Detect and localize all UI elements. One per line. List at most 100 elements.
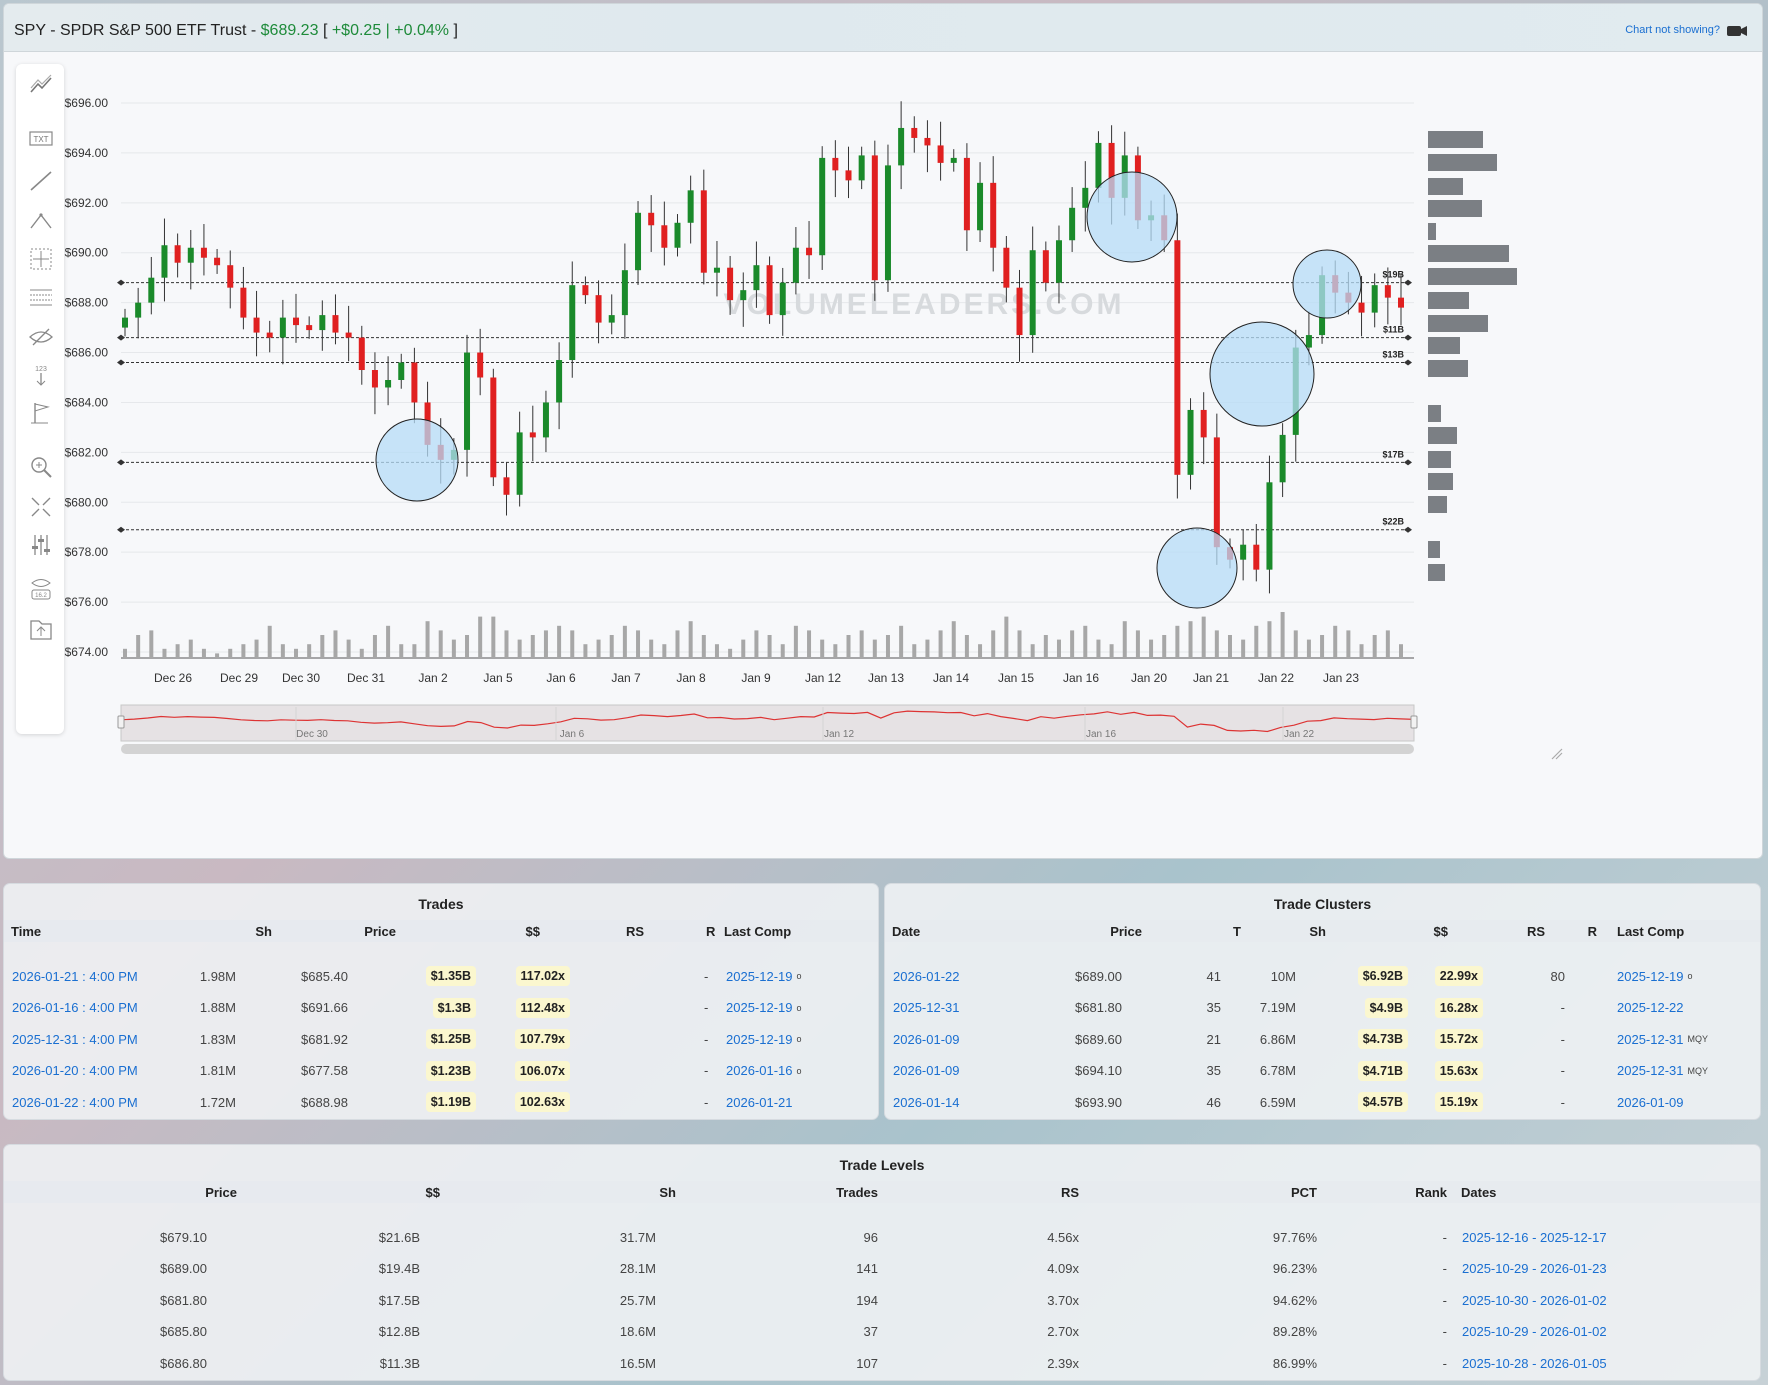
navigator-handle-left[interactable] (117, 715, 125, 729)
candle-down[interactable] (924, 137, 931, 146)
candle-up[interactable] (1187, 409, 1194, 475)
table-row[interactable]: $679.10 $21.6B 31.7M 96 4.56x 97.76% -2025-12-… (4, 1220, 1760, 1254)
candle-down[interactable] (1200, 409, 1207, 438)
cluster-date-value[interactable]: 2026-01-09 (893, 1032, 960, 1047)
candle-up[interactable] (1240, 544, 1247, 560)
table-row[interactable]: 2026-01-21 : 4:00 PM 1.98M $685.40 $1.35B 11… (4, 959, 878, 993)
col-sh[interactable]: Sh (172, 920, 272, 942)
candle-up[interactable] (977, 182, 984, 231)
candle-up[interactable] (884, 165, 891, 281)
candle-up[interactable] (279, 317, 286, 338)
col-sh[interactable]: Sh (576, 1181, 676, 1203)
trade-time-value[interactable]: 2026-01-21 : 4:00 PM (12, 969, 138, 984)
cluster-last-comp-value[interactable]: 2025-12-31 (1617, 1063, 1684, 1078)
col-pct[interactable]: PCT (1217, 1181, 1317, 1203)
cluster-date[interactable]: 2025-12-31 (893, 991, 1003, 1025)
candle-down[interactable] (648, 212, 655, 226)
col-date[interactable]: Date (892, 920, 972, 942)
trade-last-comp[interactable]: 2025-12-19 o (726, 1022, 866, 1056)
candle-up[interactable] (1029, 250, 1036, 336)
cluster-date-value[interactable]: 2026-01-14 (893, 1095, 960, 1110)
cluster-last-comp-value[interactable]: 2025-12-22 (1617, 1000, 1684, 1015)
candle-up[interactable] (1069, 207, 1076, 241)
chart-not-showing-link[interactable]: Chart not showing? (1625, 24, 1720, 36)
candle-down[interactable] (1042, 250, 1049, 283)
cluster-date-value[interactable]: 2025-12-31 (893, 1000, 960, 1015)
navigator-scrollbar[interactable] (121, 744, 1414, 754)
candle-up[interactable] (753, 265, 760, 291)
table-row[interactable]: 2026-01-09 $689.60 21 6.86M $4.73B 15.72x - 202… (885, 1022, 1760, 1056)
table-row[interactable]: 2026-01-22 $689.00 41 10M $6.92B 22.99x 80 2025… (885, 959, 1760, 993)
candle-down[interactable] (1003, 247, 1010, 288)
col-dollars[interactable]: $$ (340, 1181, 440, 1203)
level-dates-value[interactable]: 2025-12-16 - 2025-12-17 (1462, 1230, 1607, 1245)
candle-up[interactable] (161, 245, 168, 278)
candle-down[interactable] (503, 477, 510, 495)
navigator-handle-right[interactable] (1410, 715, 1418, 729)
table-row[interactable]: $685.80 $12.8B 18.6M 37 2.70x 89.28% -2025-10-… (4, 1315, 1760, 1349)
cluster-last-comp[interactable]: 2025-12-19 o (1617, 959, 1757, 993)
candle-down[interactable] (871, 155, 878, 281)
candle-up[interactable] (858, 155, 865, 181)
candle-up[interactable] (1082, 187, 1089, 208)
trade-last-comp-value[interactable]: 2025-12-19 (726, 1000, 793, 1015)
trade-bubble[interactable] (1292, 249, 1362, 319)
trade-time[interactable]: 2026-01-20 : 4:00 PM (12, 1054, 172, 1088)
trade-last-comp-value[interactable]: 2025-12-19 (726, 969, 793, 984)
candle-up[interactable] (385, 379, 392, 388)
col-price[interactable]: Price (137, 1181, 237, 1203)
col-rank[interactable]: Rank (1347, 1181, 1447, 1203)
candle-down[interactable] (990, 182, 997, 248)
candle-up[interactable] (148, 277, 155, 303)
candle-down[interactable] (582, 285, 589, 296)
level-dates-value[interactable]: 2025-10-30 - 2026-01-02 (1462, 1293, 1607, 1308)
col-dollars[interactable]: $$ (1348, 920, 1448, 942)
candle-down[interactable] (345, 332, 352, 338)
candle-down[interactable] (700, 190, 707, 273)
trade-time[interactable]: 2026-01-16 : 4:00 PM (12, 991, 172, 1025)
candle-up[interactable] (122, 317, 128, 328)
table-row[interactable]: 2026-01-09 $694.10 35 6.78M $4.71B 15.63x - 202… (885, 1054, 1760, 1088)
level-dates[interactable]: 2025-10-29 - 2026-01-23 (1462, 1252, 1662, 1286)
candle-down[interactable] (766, 265, 773, 316)
level-dates[interactable]: 2025-10-30 - 2026-01-02 (1462, 1283, 1662, 1317)
candle-down[interactable] (1358, 302, 1365, 313)
cluster-last-comp[interactable]: 2026-01-09 (1617, 1085, 1757, 1119)
candle-down[interactable] (306, 325, 313, 331)
col-rs[interactable]: RS (979, 1181, 1079, 1203)
candle-down[interactable] (293, 317, 300, 326)
col-dates[interactable]: Dates (1461, 1181, 1611, 1203)
candle-up[interactable] (187, 247, 194, 263)
cluster-last-comp-value[interactable]: 2026-01-09 (1617, 1095, 1684, 1110)
candle-up[interactable] (556, 360, 563, 403)
candle-down[interactable] (1016, 287, 1023, 336)
cluster-last-comp[interactable]: 2025-12-31 MQY (1617, 1054, 1757, 1088)
col-last-comp[interactable]: Last Comp (724, 920, 824, 942)
trade-last-comp-value[interactable]: 2026-01-16 (726, 1063, 793, 1078)
level-dates-value[interactable]: 2025-10-29 - 2026-01-23 (1462, 1261, 1607, 1276)
trade-bubble[interactable] (1209, 321, 1315, 427)
trade-time[interactable]: 2026-01-21 : 4:00 PM (12, 959, 172, 993)
candle-down[interactable] (806, 247, 813, 256)
level-dates-value[interactable]: 2025-10-28 - 2026-01-05 (1462, 1356, 1607, 1371)
candle-up[interactable] (713, 267, 720, 273)
candle-up[interactable] (635, 212, 642, 271)
cluster-last-comp-value[interactable]: 2025-12-19 (1617, 969, 1684, 984)
cluster-last-comp[interactable]: 2025-12-22 (1617, 991, 1757, 1025)
table-row[interactable]: 2026-01-20 : 4:00 PM 1.81M $677.58 $1.23B 10… (4, 1054, 878, 1088)
col-trades[interactable]: Trades (778, 1181, 878, 1203)
candle-down[interactable] (1174, 240, 1181, 475)
cluster-date[interactable]: 2026-01-14 (893, 1085, 1003, 1119)
candle-down[interactable] (253, 317, 260, 333)
candle-up[interactable] (740, 290, 747, 301)
trade-bubble[interactable] (1156, 527, 1238, 609)
candle-up[interactable] (1305, 335, 1312, 348)
candle-down[interactable] (963, 157, 970, 231)
candle-down[interactable] (490, 377, 497, 478)
candle-down[interactable] (1253, 544, 1260, 570)
cluster-last-comp-value[interactable]: 2025-12-31 (1617, 1032, 1684, 1047)
candle-up[interactable] (516, 432, 523, 495)
table-row[interactable]: $689.00 $19.4B 28.1M 141 4.09x 96.23% -2025-10… (4, 1252, 1760, 1286)
candle-down[interactable] (1384, 285, 1391, 298)
candle-up[interactable] (542, 402, 549, 438)
